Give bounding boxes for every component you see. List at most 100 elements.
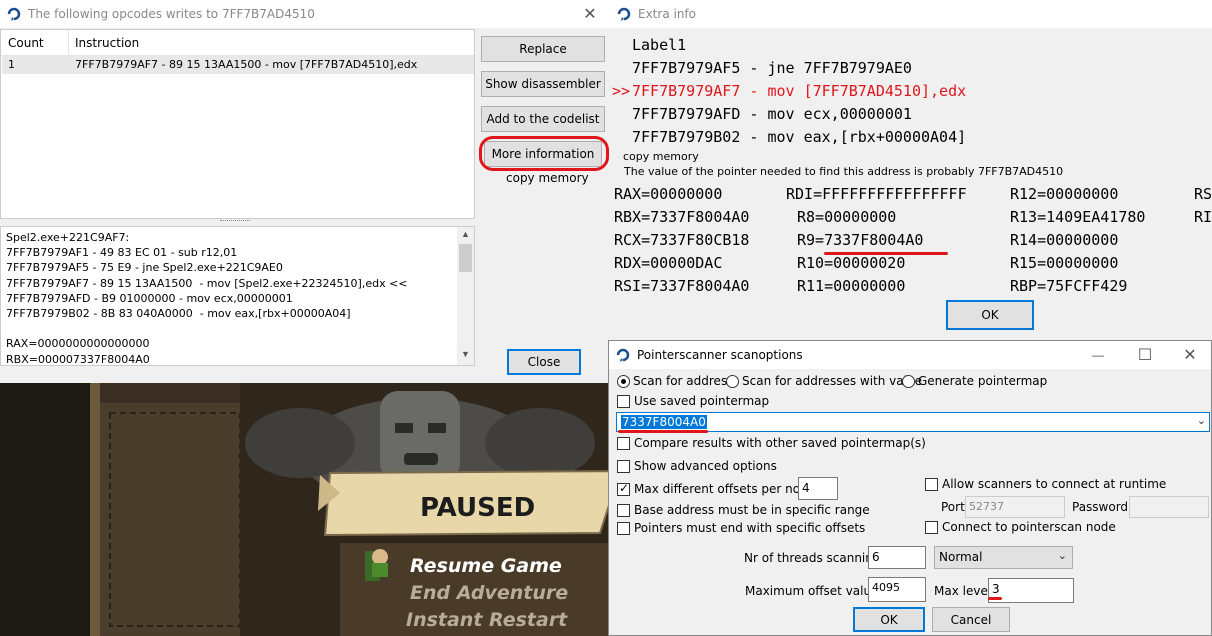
extra-info-titlebar: Extra info	[610, 0, 1212, 28]
close-button[interactable]: Close	[507, 349, 581, 375]
add-to-codelist-button[interactable]: Add to the codelist	[481, 106, 605, 132]
checkbox-connect-node[interactable]: Connect to pointerscan node	[925, 520, 1116, 534]
details-line: 7FF7B7979AF1 - 49 83 EC 01 - sub r12,01	[6, 246, 238, 260]
show-disassembler-button[interactable]: Show disassembler	[481, 71, 605, 97]
code-listing: Label1 7FF7B7979AF5 - jne 7FF7B7979AE0 >> 7…	[612, 34, 966, 149]
priority-value: Normal	[939, 550, 983, 564]
checkbox-pointers-end-offsets[interactable]: Pointers must end with specific offsets	[617, 521, 865, 535]
checkbox-icon[interactable]	[925, 521, 938, 534]
checkbox-icon[interactable]	[617, 460, 630, 473]
game-view: PAUSED Resume Game End Adventure Instant…	[0, 383, 608, 636]
radio-scan-for-address[interactable]: Scan for address	[617, 374, 733, 388]
chevron-down-icon: ⌄	[1057, 549, 1067, 562]
radio-icon[interactable]	[726, 375, 739, 388]
scroll-up-arrow-icon[interactable]: ▲	[461, 229, 470, 239]
checkbox-allow-scanners[interactable]: Allow scanners to connect at runtime	[925, 477, 1166, 491]
register-value: RSI=7337F8004A0	[614, 277, 750, 295]
max-offset-input[interactable]: 4095	[868, 577, 926, 602]
column-divider	[68, 30, 69, 56]
register-value: R15=00000000	[1010, 254, 1119, 272]
register-value: R9=7337F8004A0	[797, 231, 924, 249]
pointerscan-title: Pointerscanner scanoptions	[637, 348, 803, 362]
register-value: R12=00000000	[1010, 185, 1119, 203]
cheat-engine-icon	[7, 7, 21, 21]
code-line: 7FF7B7979AFD - mov ecx,00000001	[612, 103, 966, 126]
details-line: 7FF7B7979AF5 - 75 E9 - jne Spel2.exe+221…	[6, 261, 283, 275]
radio-icon[interactable]	[617, 375, 630, 388]
replace-button[interactable]: Replace	[481, 36, 605, 62]
scroll-down-arrow-icon[interactable]: ▼	[461, 349, 470, 359]
close-icon[interactable]: ✕	[568, 0, 610, 28]
password-input[interactable]	[1129, 496, 1209, 518]
details-line: 7FF7B7979AF7 - 89 15 13AA1500 - mov [Spe…	[6, 276, 408, 290]
details-memo: Spel2.exe+221C9AF7: 7FF7B7979AF1 - 49 83 …	[0, 226, 475, 366]
checkbox-compare-results[interactable]: Compare results with other saved pointer…	[617, 436, 926, 450]
checkbox-use-saved-pointermap[interactable]: Use saved pointermap	[617, 394, 769, 408]
checkbox-icon[interactable]	[617, 522, 630, 535]
radio-generate-pointermap[interactable]: Generate pointermap	[902, 374, 1047, 388]
register-value: RAX=00000000	[614, 185, 723, 203]
details-line: RBX=000007337F8004A0	[6, 352, 150, 366]
max-offset-label: Maximum offset value:	[745, 584, 883, 598]
register-value: RBX=7337F8004A0	[614, 208, 750, 226]
ok-button[interactable]: OK	[853, 607, 925, 632]
checkbox-label: Connect to pointerscan node	[942, 520, 1116, 534]
checkbox-icon[interactable]	[617, 504, 630, 517]
checkbox-icon[interactable]	[925, 478, 938, 491]
menu-item-instant-restart[interactable]: Instant Restart	[406, 609, 567, 631]
column-header-instruction[interactable]: Instruction	[75, 36, 139, 50]
row-instruction: 7FF7B7979AF7 - 89 15 13AA1500 - mov [7FF…	[75, 58, 418, 71]
pointer-note: The value of the pointer needed to find …	[624, 165, 1064, 178]
checkbox-icon[interactable]	[617, 437, 630, 450]
splitter-handle[interactable]	[220, 220, 250, 224]
threads-input[interactable]: 6	[868, 546, 926, 569]
register-value: R8=00000000	[797, 208, 897, 226]
paused-text: PAUSED	[420, 493, 536, 523]
chevron-down-icon[interactable]: ⌄	[1197, 414, 1206, 427]
radio-scan-for-value[interactable]: Scan for addresses with value	[726, 374, 922, 388]
radio-label: Generate pointermap	[918, 374, 1048, 388]
highlight-oval	[479, 136, 609, 171]
max-offsets-input[interactable]: 4	[798, 477, 838, 500]
checkbox-icon[interactable]	[617, 395, 630, 408]
checkbox-base-address-range[interactable]: Base address must be in specific range	[617, 503, 870, 517]
underline-mark	[824, 252, 948, 255]
scrollbar[interactable]: ▲ ▼	[457, 227, 474, 365]
checkbox-max-offsets[interactable]: Max different offsets per node:	[617, 481, 820, 496]
code-line: 7FF7B7979AF5 - jne 7FF7B7979AE0	[612, 57, 966, 80]
port-input[interactable]: 52737	[965, 496, 1065, 518]
current-line-marker: >>	[612, 82, 631, 100]
opcode-window-title: The following opcodes writes to 7FF7B7AD…	[28, 7, 315, 21]
register-value: RSP	[1194, 185, 1212, 203]
ok-button[interactable]: OK	[946, 300, 1034, 330]
radio-label: Scan for addresses with value	[742, 374, 922, 388]
address-combobox[interactable]: 7337F8004A0 ⌄	[616, 412, 1210, 432]
radio-icon[interactable]	[902, 375, 915, 388]
checkbox-icon[interactable]	[617, 481, 630, 496]
extra-info-title: Extra info	[638, 7, 696, 21]
checkbox-show-advanced[interactable]: Show advanced options	[617, 459, 777, 473]
column-header-count[interactable]: Count	[8, 36, 44, 50]
maximize-icon[interactable]: ☐	[1123, 341, 1167, 369]
pointerscan-options-window: Pointerscanner scanoptions — ☐ ✕ Scan fo…	[608, 340, 1212, 636]
code-line: Label1	[612, 34, 966, 57]
checkbox-label: Pointers must end with specific offsets	[634, 521, 866, 535]
scroll-thumb[interactable]	[459, 244, 472, 272]
extra-info-window: Extra info Label1 7FF7B7979AF5 - jne 7FF7…	[610, 0, 1212, 340]
list-header: Count Instruction	[1, 30, 474, 56]
table-row[interactable]: 1 7FF7B7979AF7 - 89 15 13AA1500 - mov [7…	[2, 56, 474, 74]
cancel-button[interactable]: Cancel	[932, 607, 1010, 632]
menu-item-end-adventure[interactable]: End Adventure	[410, 582, 568, 604]
pointerscan-titlebar: Pointerscanner scanoptions	[609, 341, 1211, 369]
menu-item-resume-game[interactable]: Resume Game	[410, 555, 562, 577]
underline-mark	[988, 597, 1002, 600]
priority-select[interactable]: Normal ⌄	[934, 546, 1073, 569]
minimize-icon[interactable]: —	[1076, 341, 1120, 369]
underline-mark	[618, 430, 708, 433]
cheat-engine-icon	[616, 348, 630, 362]
password-label: Password	[1072, 500, 1129, 514]
details-line: 7FF7B7979B02 - 8B 83 040A0000 - mov eax,…	[6, 306, 351, 320]
checkbox-label: Max different offsets per node:	[634, 482, 820, 496]
code-line: >> 7FF7B7979AF7 - mov [7FF7B7AD4510],edx	[612, 80, 966, 103]
close-icon[interactable]: ✕	[1168, 341, 1211, 369]
